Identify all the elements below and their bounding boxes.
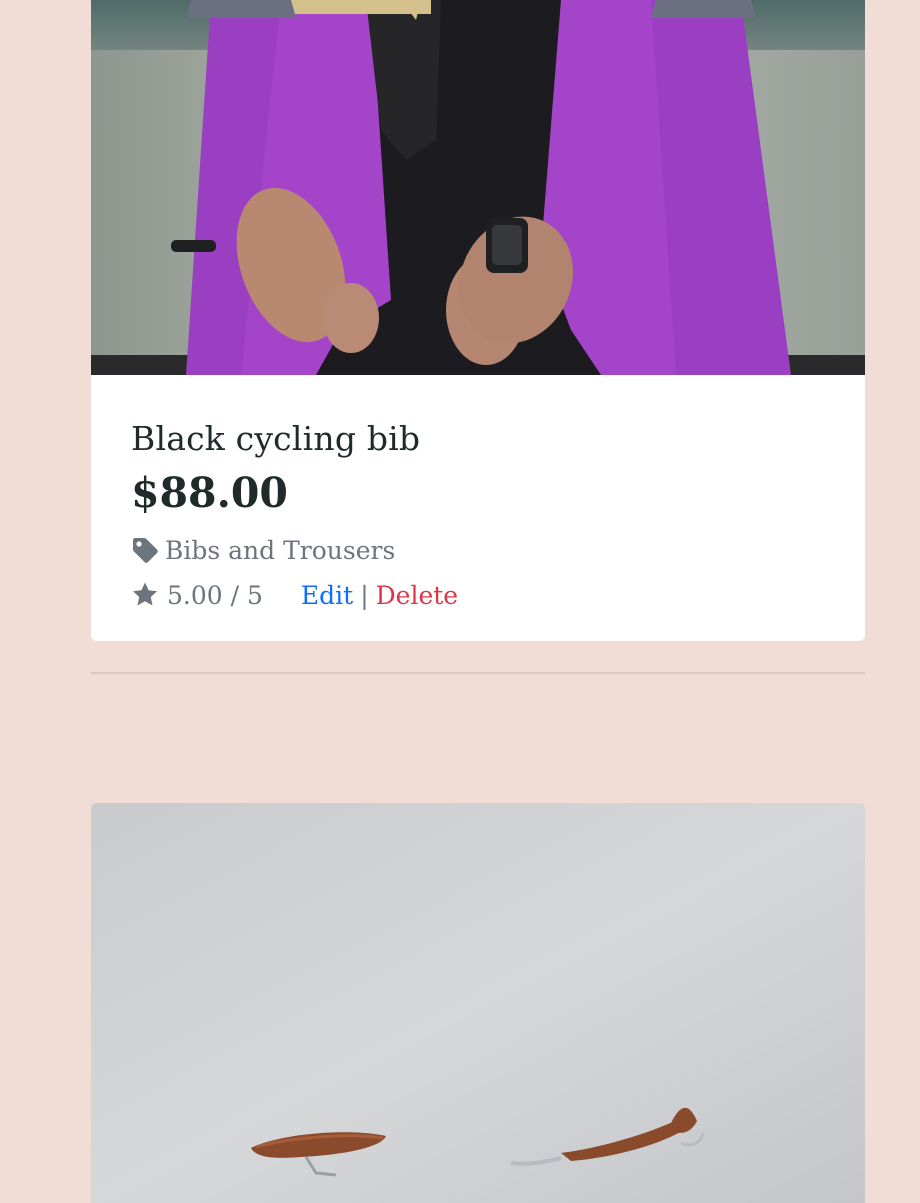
category-label[interactable]: Bibs and Trousers: [165, 536, 395, 565]
tag-icon: [131, 536, 159, 564]
product-price: $88.00: [131, 469, 288, 517]
product-card: Black cycling bib $88.00 Bibs and Trouse…: [91, 0, 865, 641]
product-image[interactable]: [91, 803, 865, 1203]
bicycle-photo-icon: [91, 803, 865, 1203]
card-divider: [91, 672, 865, 674]
cyclist-photo-icon: [91, 0, 865, 375]
product-title[interactable]: Black cycling bib: [131, 419, 420, 458]
product-category: Bibs and Trousers: [131, 535, 395, 565]
product-rating-row: 5.00 / 5 Edit | Delete: [131, 580, 458, 610]
edit-link[interactable]: Edit: [301, 581, 353, 610]
product-actions: Edit | Delete: [301, 581, 458, 610]
rating-value: 5.00 / 5: [167, 580, 263, 610]
delete-link[interactable]: Delete: [376, 581, 458, 610]
product-card: [91, 803, 865, 1203]
product-image[interactable]: [91, 0, 865, 375]
star-icon: [131, 581, 159, 609]
action-separator: |: [360, 580, 369, 610]
